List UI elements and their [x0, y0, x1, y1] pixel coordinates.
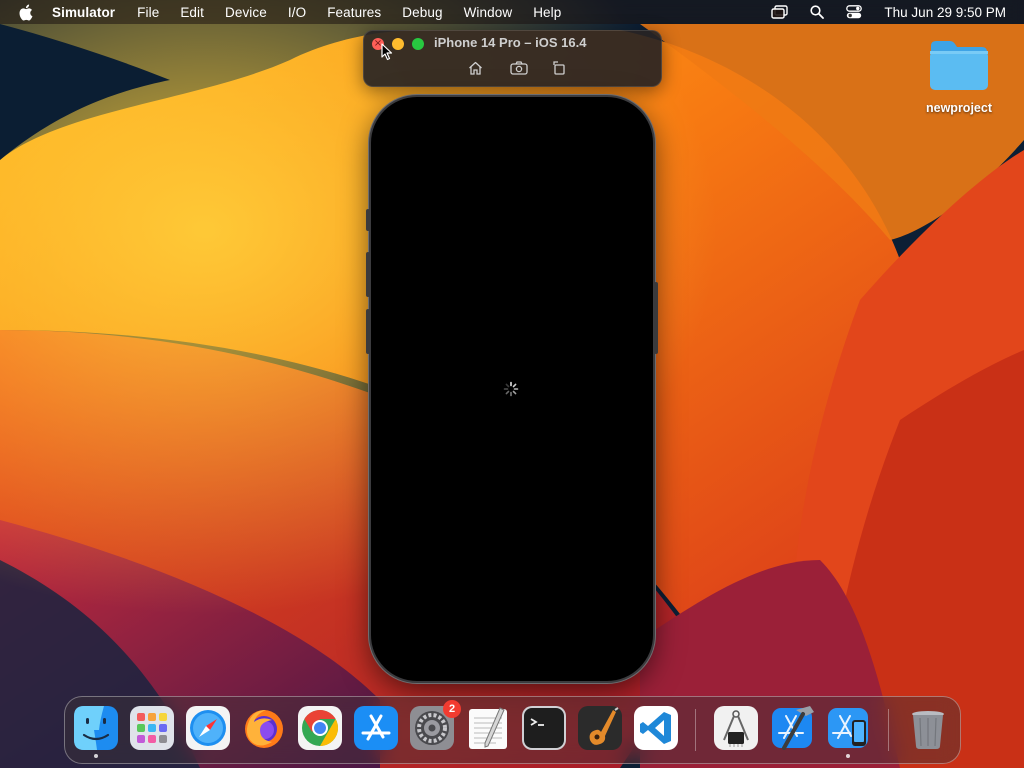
screenshot-button[interactable]	[509, 59, 529, 77]
device-volume-down-button[interactable]	[366, 309, 370, 354]
dock-firefox[interactable]	[242, 706, 286, 750]
menu-debug[interactable]: Debug	[402, 5, 442, 20]
menu-bar-status-area: Thu Jun 29 9:50 PM	[749, 0, 1006, 24]
dock-textedit[interactable]	[466, 706, 510, 750]
simulator-window-toolbar: × iPhone 14 Pro – iOS 16.4	[363, 30, 662, 87]
chrome-icon	[298, 706, 342, 750]
xcode-icon	[772, 706, 814, 750]
dock-finder[interactable]	[74, 706, 118, 758]
spotlight-search-icon[interactable]	[810, 5, 825, 19]
textedit-icon	[469, 707, 507, 749]
menu-device[interactable]: Device	[225, 5, 267, 20]
app-store-icon	[354, 706, 398, 750]
window-zoom-button[interactable]	[412, 38, 424, 50]
menu-app-name[interactable]: Simulator	[52, 5, 115, 20]
garageband-icon	[578, 706, 622, 750]
dock-system-information[interactable]	[714, 706, 758, 750]
desktop-folder-newproject[interactable]: newproject	[920, 38, 998, 115]
finder-icon	[74, 706, 118, 750]
menu-features[interactable]: Features	[327, 5, 381, 20]
simulator-icon	[828, 708, 868, 748]
window-minimize-button[interactable]	[392, 38, 404, 50]
dock: 2	[64, 696, 961, 764]
rotate-button[interactable]	[549, 59, 569, 77]
dock-separator	[888, 709, 889, 751]
loading-spinner-icon	[503, 381, 519, 397]
menu-bar-clock[interactable]: Thu Jun 29 9:50 PM	[884, 5, 1006, 20]
trash-icon	[912, 711, 944, 749]
screenshot-icon	[510, 61, 528, 75]
running-indicator	[94, 754, 98, 758]
dock-chrome[interactable]	[298, 706, 342, 750]
menu-edit[interactable]: Edit	[180, 5, 204, 20]
safari-icon	[186, 706, 230, 750]
dock-launchpad[interactable]	[130, 706, 174, 750]
device-power-button[interactable]	[654, 282, 658, 354]
simulator-window-title: iPhone 14 Pro – iOS 16.4	[434, 35, 587, 50]
dock-terminal[interactable]	[522, 706, 566, 750]
dock-vscode[interactable]	[634, 706, 678, 750]
dock-app-store[interactable]	[354, 706, 398, 750]
menu-window[interactable]: Window	[464, 5, 513, 20]
dock-xcode[interactable]	[770, 706, 814, 750]
running-indicator	[846, 754, 850, 758]
desktop-folder-label: newproject	[926, 101, 992, 115]
terminal-icon	[522, 706, 566, 750]
dock-trash[interactable]	[906, 706, 950, 750]
apple-menu-icon[interactable]	[18, 3, 36, 21]
rotate-icon	[552, 61, 565, 75]
dock-safari[interactable]	[186, 706, 230, 750]
device-silent-switch[interactable]	[366, 209, 370, 231]
notification-badge: 2	[443, 700, 461, 718]
folder-icon	[930, 41, 988, 90]
system-information-icon	[714, 706, 758, 750]
home-button[interactable]	[465, 59, 485, 77]
firefox-icon	[245, 710, 283, 748]
menu-file[interactable]: File	[137, 5, 159, 20]
dock-system-settings[interactable]: 2	[410, 700, 461, 750]
mouse-cursor-icon	[381, 43, 393, 61]
launchpad-icon	[130, 706, 174, 750]
control-center-icon[interactable]	[846, 5, 863, 19]
vscode-icon	[634, 706, 678, 750]
dock-separator	[695, 709, 696, 751]
menu-bar: Simulator File Edit Device I/O Features …	[0, 0, 1024, 24]
device-volume-up-button[interactable]	[366, 252, 370, 297]
home-icon	[468, 61, 482, 75]
menu-help[interactable]: Help	[533, 5, 561, 20]
dock-simulator[interactable]	[826, 706, 870, 758]
iphone-device-frame[interactable]	[366, 97, 658, 681]
menu-io[interactable]: I/O	[288, 5, 306, 20]
screen-mirroring-icon[interactable]	[771, 5, 789, 19]
dock-garageband[interactable]	[578, 706, 622, 750]
